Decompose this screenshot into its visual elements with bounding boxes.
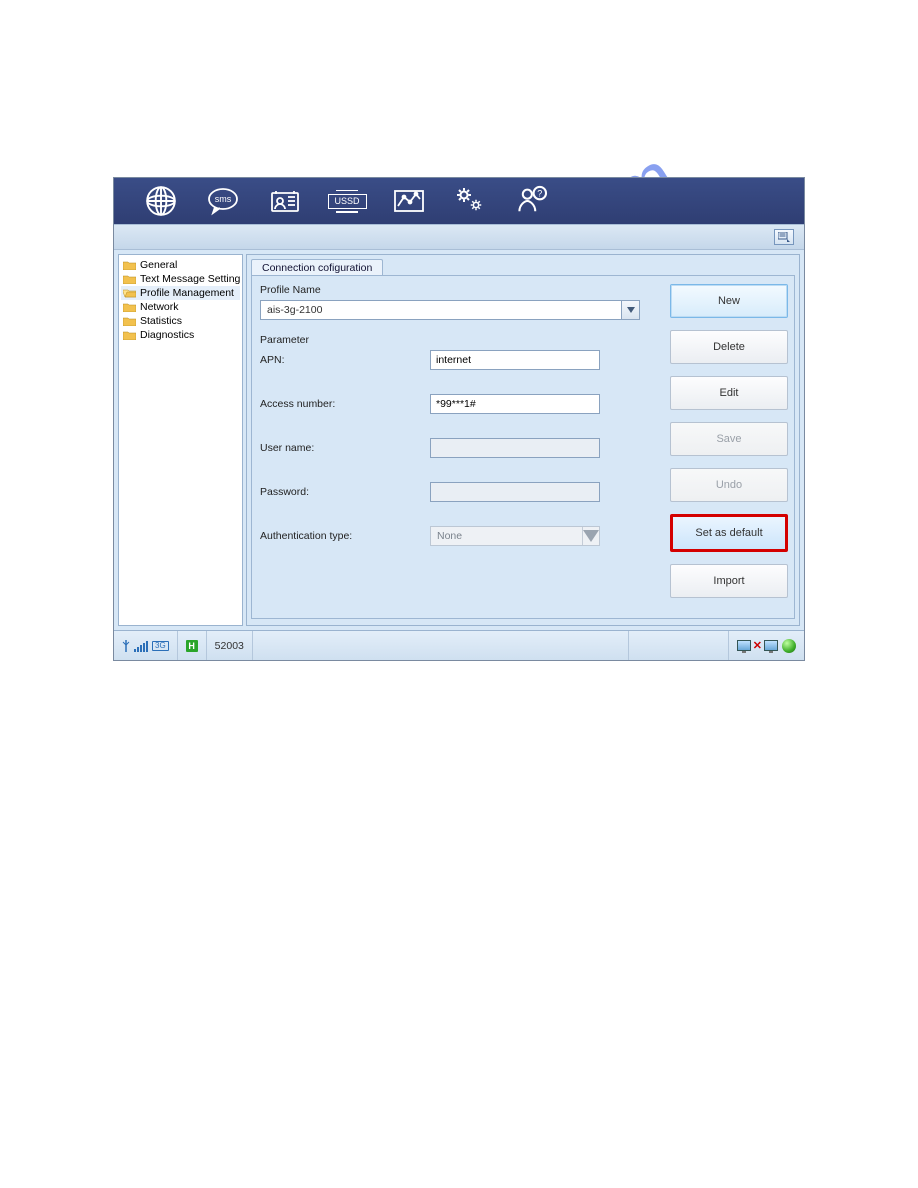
sms-icon[interactable]: sms (206, 184, 240, 218)
sidebar-item-profile-management[interactable]: Profile Management (121, 286, 240, 300)
set-default-button[interactable]: Set as default (670, 514, 788, 552)
config-panel: Profile Name ais-3g-2100 Parameter APN: … (251, 275, 795, 619)
status-empty (629, 631, 729, 660)
folder-icon (123, 302, 136, 312)
folder-icon (123, 260, 136, 270)
sidebar-label: Diagnostics (140, 329, 194, 341)
settings-tree: General Text Message Setting Profile Man… (118, 254, 243, 626)
parameter-label: Parameter (260, 334, 664, 346)
svg-text:sms: sms (215, 194, 232, 204)
app-window: sms USSD ? General (113, 177, 805, 661)
sidebar-label: General (140, 259, 177, 271)
delete-button[interactable]: Delete (670, 330, 788, 364)
profile-name-combo[interactable]: ais-3g-2100 (260, 300, 640, 320)
svg-text:?: ? (537, 188, 542, 198)
auth-type-select[interactable]: None (430, 526, 600, 546)
content-pane: Connection cofiguration Profile Name ais… (246, 254, 800, 626)
tab-connection-config[interactable]: Connection cofiguration (251, 259, 383, 276)
password-label: Password: (260, 486, 430, 498)
h-icon: H (186, 640, 198, 652)
folder-icon (123, 316, 136, 326)
sidebar-item-general[interactable]: General (121, 258, 240, 272)
antenna-icon (122, 640, 130, 652)
signal-cell: 3G (114, 631, 178, 660)
save-button: Save (670, 422, 788, 456)
apn-field[interactable] (430, 350, 600, 370)
main-toolbar: sms USSD ? (114, 178, 804, 224)
globe-green-icon (782, 639, 796, 653)
sidebar-item-diagnostics[interactable]: Diagnostics (121, 328, 240, 342)
new-button[interactable]: New (670, 284, 788, 318)
connection-cell: ✕ (729, 631, 804, 660)
code-cell: 52003 (207, 631, 253, 660)
globe-icon[interactable] (144, 184, 178, 218)
form-area: Profile Name ais-3g-2100 Parameter APN: … (260, 284, 664, 610)
sub-toolbar (114, 224, 804, 250)
help-icon[interactable]: ? (516, 184, 550, 218)
operator-code: 52003 (215, 640, 244, 652)
edit-button[interactable]: Edit (670, 376, 788, 410)
folder-icon (123, 330, 136, 340)
ussd-icon[interactable]: USSD (330, 184, 364, 218)
user-name-label: User name: (260, 442, 430, 454)
auth-type-label: Authentication type: (260, 530, 430, 542)
auth-type-value: None (437, 530, 462, 542)
folder-open-icon (123, 288, 136, 298)
sidebar-label: Network (140, 301, 179, 313)
options-button[interactable] (774, 229, 794, 245)
access-number-field[interactable] (430, 394, 600, 414)
h-cell: H (178, 631, 207, 660)
sidebar-item-statistics[interactable]: Statistics (121, 314, 240, 328)
sidebar-item-network[interactable]: Network (121, 300, 240, 314)
signal-bars-icon (134, 640, 148, 652)
access-number-label: Access number: (260, 398, 430, 410)
status-bar: 3G H 52003 ✕ (114, 630, 804, 660)
import-button[interactable]: Import (670, 564, 788, 598)
sidebar-label: Profile Management (140, 287, 234, 299)
chevron-down-icon (582, 527, 599, 545)
user-name-field[interactable] (430, 438, 600, 458)
undo-button: Undo (670, 468, 788, 502)
apn-label: APN: (260, 354, 430, 366)
chevron-down-icon[interactable] (621, 301, 639, 319)
button-column: New Delete Edit Save Undo Set as default… (670, 284, 788, 598)
status-spacer (253, 631, 629, 660)
work-area: General Text Message Setting Profile Man… (114, 250, 804, 630)
profile-name-label: Profile Name (260, 284, 664, 296)
profile-name-value: ais-3g-2100 (267, 304, 322, 316)
sidebar-label: Text Message Setting (140, 273, 240, 285)
settings-icon[interactable] (454, 184, 488, 218)
folder-icon (123, 274, 136, 284)
password-field[interactable] (430, 482, 600, 502)
stats-icon[interactable] (392, 184, 426, 218)
disconnect-x-icon: ✕ (753, 639, 762, 652)
monitors-icon: ✕ (737, 639, 778, 652)
contacts-icon[interactable] (268, 184, 302, 218)
network-badge: 3G (152, 641, 169, 651)
sidebar-label: Statistics (140, 315, 182, 327)
sidebar-item-text-message[interactable]: Text Message Setting (121, 272, 240, 286)
